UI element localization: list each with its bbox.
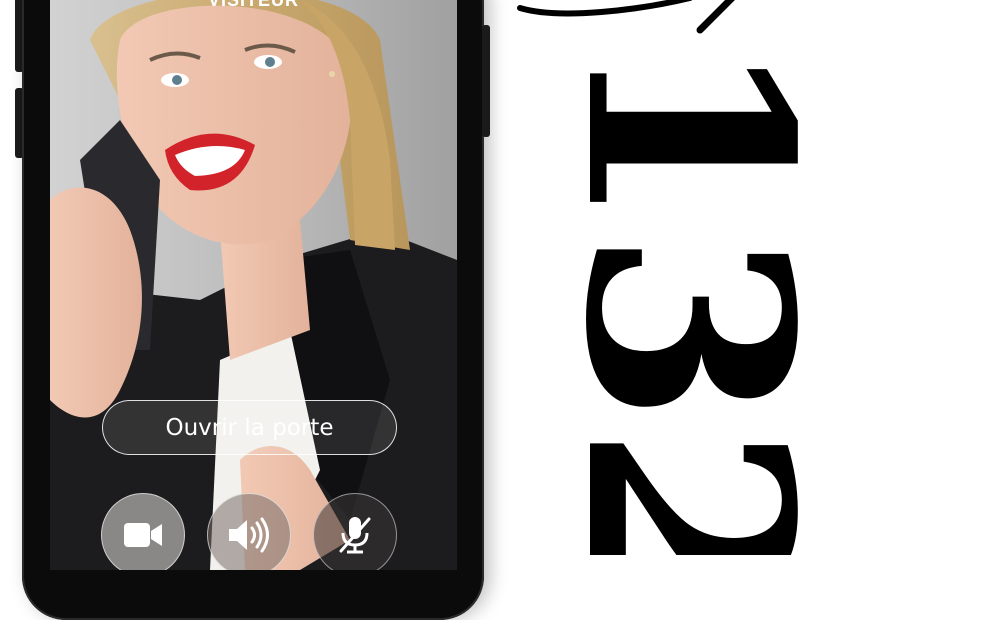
microphone-muted-icon (339, 517, 371, 554)
speaker-icon (229, 517, 269, 553)
number-graphic: 132 (523, 35, 852, 619)
visitor-video-feed (50, 0, 457, 570)
screen-title: VISITEUR (207, 0, 299, 10)
video-call-screen: VISITEUR Ouvrir la porte (50, 0, 457, 570)
video-toggle-button[interactable] (101, 493, 185, 570)
rotated-number: 132 (523, 35, 852, 619)
open-door-button[interactable]: Ouvrir la porte (102, 400, 397, 455)
number-text: 132 (575, 35, 845, 555)
video-camera-icon (124, 523, 162, 547)
speaker-toggle-button[interactable] (207, 493, 291, 570)
phone-power-button (482, 25, 490, 137)
microphone-mute-button[interactable] (313, 493, 397, 570)
